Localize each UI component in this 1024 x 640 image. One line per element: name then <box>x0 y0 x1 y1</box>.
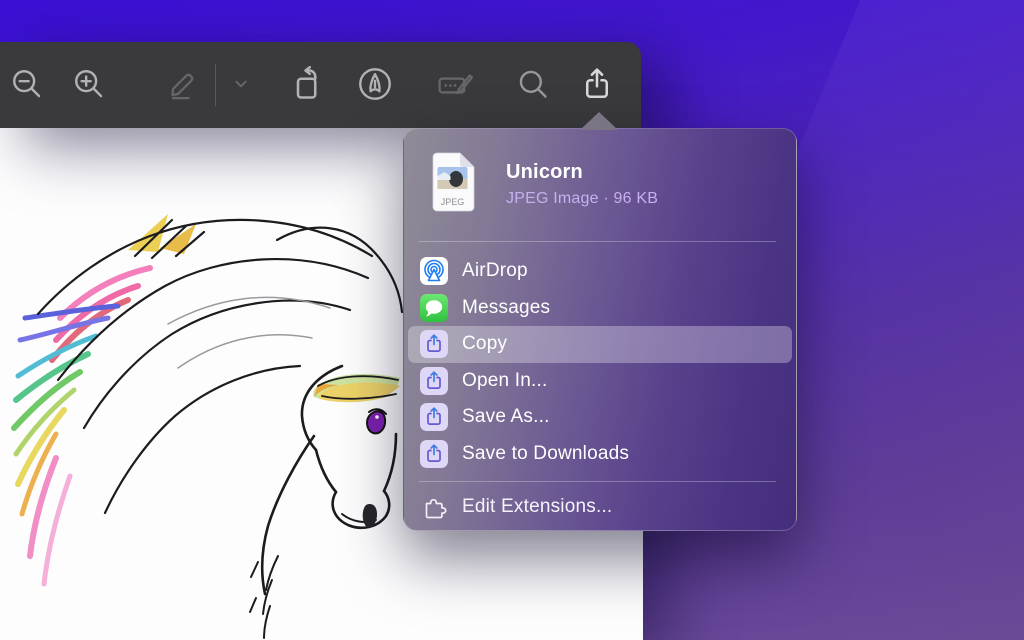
menu-item-save-as[interactable]: Save As... <box>408 399 792 436</box>
popover-arrow <box>580 112 618 130</box>
airdrop-icon <box>420 257 448 285</box>
menu-item-label: Save to Downloads <box>462 443 629 465</box>
menu-item-label: Open In... <box>462 370 547 392</box>
rotate-left-icon <box>289 66 325 105</box>
search-icon <box>516 67 550 104</box>
desktop-wallpaper: JPEG Unicorn JPEG Image · 96 KB <box>0 0 1024 640</box>
menu-item-messages[interactable]: Messages <box>408 290 792 327</box>
menu-item-edit-extensions[interactable]: Edit Extensions... <box>408 488 792 526</box>
annotate-button[interactable] <box>352 62 398 108</box>
popover-divider <box>419 481 776 482</box>
share-box-icon <box>420 403 448 431</box>
jpeg-file-icon: JPEG <box>429 152 476 217</box>
pencil-icon <box>166 67 200 104</box>
zoom-out-button[interactable] <box>4 62 50 108</box>
zoom-out-icon <box>10 67 44 104</box>
menu-item-label: Copy <box>462 333 507 355</box>
menu-item-open-in[interactable]: Open In... <box>408 363 792 400</box>
share-actions-list: AirDrop Messages <box>408 253 792 472</box>
puzzle-icon <box>420 493 448 521</box>
menu-item-label: Messages <box>462 297 550 319</box>
menu-item-label: Edit Extensions... <box>462 496 612 518</box>
share-box-icon <box>420 330 448 358</box>
toolbar-separator <box>215 64 216 106</box>
zoom-in-icon <box>72 67 106 104</box>
messages-icon <box>420 294 448 322</box>
search-button[interactable] <box>510 62 556 108</box>
rotate-left-button[interactable] <box>284 62 330 108</box>
share-button[interactable] <box>574 62 620 108</box>
file-meta: JPEG Image · 96 KB <box>506 190 658 208</box>
popover-divider <box>419 241 776 242</box>
share-box-icon <box>420 367 448 395</box>
share-icon <box>579 66 615 105</box>
quicklook-toolbar <box>0 42 641 128</box>
form-fill-button[interactable] <box>432 62 478 108</box>
menu-item-airdrop[interactable]: AirDrop <box>408 253 792 290</box>
menu-item-label: AirDrop <box>462 260 528 282</box>
menu-item-label: Save As... <box>462 406 550 428</box>
file-title: Unicorn <box>506 161 658 184</box>
share-box-icon <box>420 440 448 468</box>
chevron-down-icon <box>230 73 252 98</box>
menu-item-save-to-downloads[interactable]: Save to Downloads <box>408 436 792 473</box>
file-header: JPEG Unicorn JPEG Image · 96 KB <box>404 129 796 217</box>
share-popover: JPEG Unicorn JPEG Image · 96 KB <box>403 128 797 531</box>
zoom-in-button[interactable] <box>66 62 112 108</box>
file-badge: JPEG <box>441 197 465 207</box>
menu-item-copy[interactable]: Copy <box>408 326 792 363</box>
form-fill-icon <box>435 64 475 107</box>
markup-chevron-button[interactable] <box>218 62 264 108</box>
markup-pencil-button[interactable] <box>160 62 206 108</box>
pen-nib-circle-icon <box>356 65 394 106</box>
